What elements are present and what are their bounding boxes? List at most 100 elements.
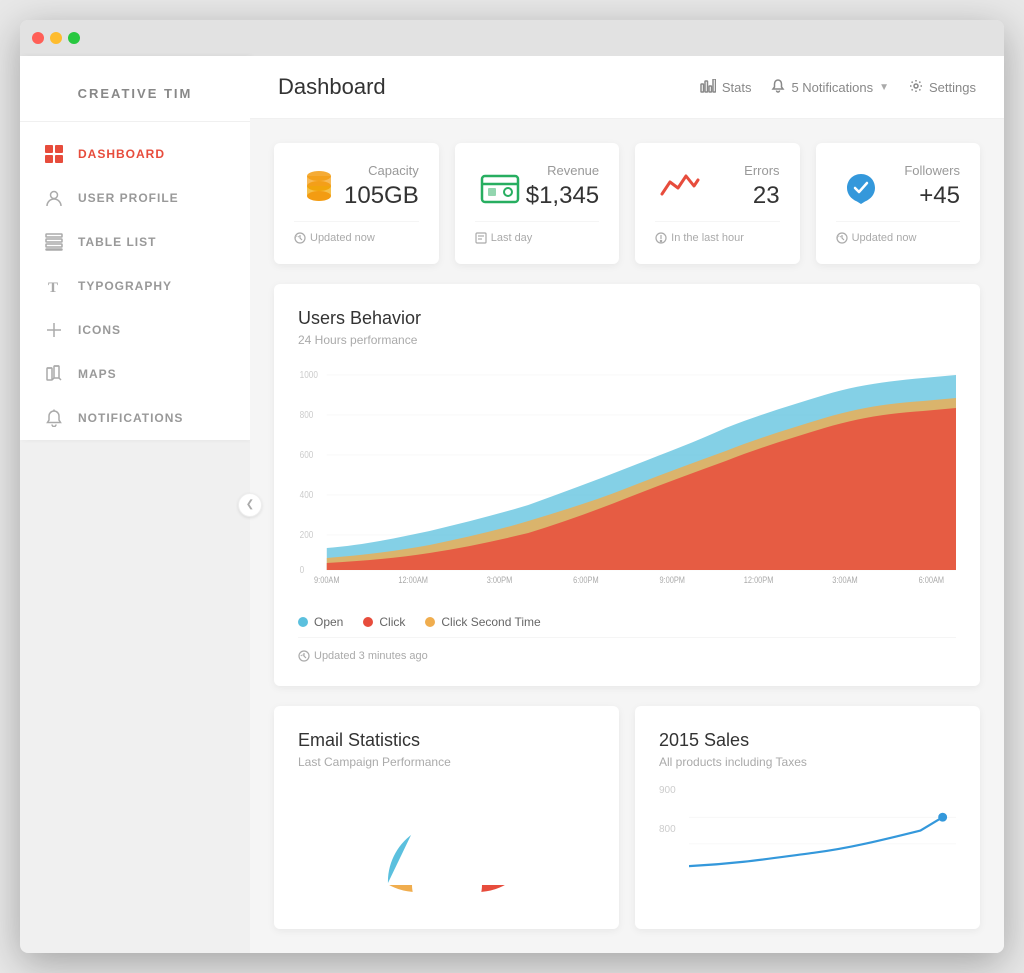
followers-icon	[836, 163, 886, 213]
minimize-dot[interactable]	[50, 32, 62, 44]
errors-footer-text: In the last hour	[671, 232, 744, 244]
stat-card-errors: Errors 23 In the last hour	[635, 143, 799, 264]
followers-footer: Updated now	[836, 221, 960, 244]
notifications-label: 5 Notifications	[791, 80, 873, 95]
followers-footer-text: Updated now	[852, 232, 917, 244]
chevron-down-icon: ▼	[879, 82, 889, 93]
email-statistics-title: Email Statistics	[298, 730, 595, 751]
email-statistics-subtitle: Last Campaign Performance	[298, 755, 595, 769]
sales-chart: 900 800	[659, 785, 956, 885]
sidebar-item-maps[interactable]: MAPS	[20, 352, 250, 396]
settings-label: Settings	[929, 80, 976, 95]
bell-icon	[44, 408, 64, 428]
users-behavior-card: Users Behavior 24 Hours performance 1000…	[274, 284, 980, 686]
sidebar-collapse-button[interactable]: ❮	[238, 493, 262, 517]
maps-icon	[44, 364, 64, 384]
stat-card-followers: Followers +45 Updated now	[816, 143, 980, 264]
notifications-button[interactable]: 5 Notifications ▼	[771, 79, 889, 96]
followers-info: Followers +45	[904, 163, 960, 210]
sidebar-item-typography[interactable]: T TYPOGRAPHY	[20, 264, 250, 308]
sidebar-item-table-list[interactable]: TABLE LIST	[20, 220, 250, 264]
legend-click-second-label: Click Second Time	[441, 615, 540, 629]
capacity-icon	[294, 163, 344, 213]
users-behavior-subtitle: 24 Hours performance	[298, 333, 956, 347]
revenue-info: Revenue $1,345	[526, 163, 599, 210]
stats-button[interactable]: Stats	[700, 79, 752, 96]
revenue-icon	[475, 163, 525, 213]
svg-text:6:00AM: 6:00AM	[919, 575, 945, 583]
sidebar-nav: DASHBOARD USER PROFILE	[20, 122, 250, 440]
svg-text:600: 600	[300, 449, 314, 460]
sidebar-item-notifications[interactable]: NOTIFICATIONS	[20, 396, 250, 440]
revenue-footer-text: Last day	[491, 232, 533, 244]
errors-icon	[655, 163, 705, 213]
sidebar-label-notifications: NOTIFICATIONS	[78, 411, 183, 425]
browser-bar	[20, 20, 1004, 56]
revenue-footer: Last day	[475, 221, 599, 244]
icons-icon	[44, 320, 64, 340]
users-behavior-chart: 1000 800 600 400 200 0	[298, 363, 956, 583]
stat-card-revenue: Revenue $1,345 Last day	[455, 143, 619, 264]
sales-2015-subtitle: All products including Taxes	[659, 755, 956, 769]
stats-label: Stats	[722, 80, 752, 95]
stat-cards: Capacity 105GB Updated now	[274, 143, 980, 264]
svg-text:400: 400	[300, 489, 314, 500]
svg-text:12:00PM: 12:00PM	[744, 575, 774, 583]
errors-label: Errors	[744, 163, 779, 178]
svg-text:0: 0	[300, 564, 305, 575]
settings-button[interactable]: Settings	[909, 79, 976, 96]
users-behavior-footer: Updated 3 minutes ago	[298, 637, 956, 662]
sales-y-900: 900	[659, 785, 676, 796]
capacity-value: 105GB	[344, 182, 419, 210]
capacity-footer-text: Updated now	[310, 232, 375, 244]
stats-icon	[700, 79, 716, 96]
legend-click-second-dot	[425, 617, 435, 627]
svg-text:12:00AM: 12:00AM	[398, 575, 428, 583]
sales-2015-card: 2015 Sales All products including Taxes …	[635, 706, 980, 929]
sidebar-wrapper: CREATIVE TIM DASHBOARD	[20, 56, 250, 953]
legend-open: Open	[298, 615, 343, 629]
errors-footer: In the last hour	[655, 221, 779, 244]
legend-click-label: Click	[379, 615, 405, 629]
capacity-label: Capacity	[344, 163, 419, 178]
legend-click: Click	[363, 615, 405, 629]
content-area: Capacity 105GB Updated now	[250, 119, 1004, 953]
close-dot[interactable]	[32, 32, 44, 44]
sidebar-label-icons: ICONS	[78, 323, 121, 337]
sidebar: CREATIVE TIM DASHBOARD	[20, 56, 250, 440]
page-title: Dashboard	[278, 74, 386, 100]
revenue-label: Revenue	[526, 163, 599, 178]
svg-text:T: T	[48, 280, 59, 295]
sidebar-label-typography: TYPOGRAPHY	[78, 279, 172, 293]
svg-text:6:00PM: 6:00PM	[573, 575, 599, 583]
table-icon	[44, 232, 64, 252]
stat-card-capacity: Capacity 105GB Updated now	[274, 143, 439, 264]
capacity-info: Capacity 105GB	[344, 163, 419, 210]
followers-label: Followers	[904, 163, 960, 178]
dashboard-icon	[44, 144, 64, 164]
svg-text:800: 800	[300, 409, 314, 420]
svg-text:1000: 1000	[300, 369, 318, 380]
maximize-dot[interactable]	[68, 32, 80, 44]
legend-click-second: Click Second Time	[425, 615, 540, 629]
sales-2015-title: 2015 Sales	[659, 730, 956, 751]
sidebar-label-dashboard: DASHBOARD	[78, 147, 165, 161]
email-statistics-card: Email Statistics Last Campaign Performan…	[274, 706, 619, 929]
donut-chart	[298, 785, 595, 905]
sidebar-item-user-profile[interactable]: USER PROFILE	[20, 176, 250, 220]
errors-value: 23	[744, 182, 779, 210]
main-content: Dashboard Stats	[250, 56, 1004, 953]
main-header: Dashboard Stats	[250, 56, 1004, 119]
sidebar-item-icons[interactable]: ICONS	[20, 308, 250, 352]
capacity-footer: Updated now	[294, 221, 419, 244]
followers-value: +45	[904, 182, 960, 210]
sidebar-label-table-list: TABLE LIST	[78, 235, 156, 249]
legend-click-dot	[363, 617, 373, 627]
sidebar-item-dashboard[interactable]: DASHBOARD	[20, 132, 250, 176]
legend-open-dot	[298, 617, 308, 627]
gear-icon	[909, 79, 923, 96]
svg-text:9:00AM: 9:00AM	[314, 575, 340, 583]
chart-legend: Open Click Click Second Time	[298, 599, 956, 629]
sidebar-brand: CREATIVE TIM	[20, 76, 250, 122]
bottom-cards: Email Statistics Last Campaign Performan…	[274, 706, 980, 929]
